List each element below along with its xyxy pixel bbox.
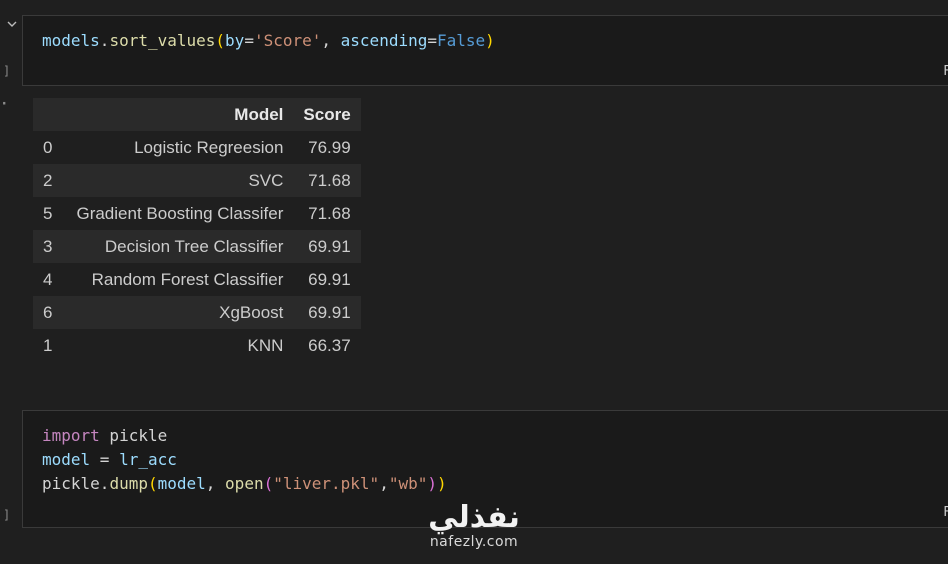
code-line-assign[interactable]: model = lr_acc bbox=[42, 448, 177, 472]
score-cell: 66.37 bbox=[293, 329, 361, 362]
token-dot: . bbox=[99, 474, 110, 493]
model-cell: Gradient Boosting Classifer bbox=[66, 197, 294, 230]
model-cell: Random Forest Classifier bbox=[66, 263, 294, 296]
score-cell: 69.91 bbox=[293, 296, 361, 329]
column-header-score: Score bbox=[293, 98, 361, 131]
code-line-dump[interactable]: pickle.dump(model, open("liver.pkl","wb"… bbox=[42, 472, 447, 496]
model-cell: SVC bbox=[66, 164, 294, 197]
row-index: 0 bbox=[33, 131, 67, 164]
table-row: 3 Decision Tree Classifier 69.91 bbox=[33, 230, 361, 263]
token-score-string: 'Score' bbox=[253, 31, 322, 50]
row-index: 6 bbox=[33, 296, 67, 329]
table-row: 6 XgBoost 69.91 bbox=[33, 296, 361, 329]
token-paren-close-inner: ) bbox=[427, 474, 437, 493]
row-index: 5 bbox=[33, 197, 67, 230]
token-model-arg: model bbox=[157, 474, 206, 493]
score-cell: 69.91 bbox=[293, 230, 361, 263]
cell-bracket: ] bbox=[3, 508, 11, 522]
table-row: 4 Random Forest Classifier 69.91 bbox=[33, 263, 361, 296]
token-mode: "wb" bbox=[388, 474, 428, 493]
token-ascending: ascending bbox=[340, 31, 428, 50]
code-line-import[interactable]: import pickle bbox=[42, 424, 167, 448]
token-model: model bbox=[42, 450, 91, 469]
token-paren-open: ( bbox=[215, 31, 226, 50]
token-false: False bbox=[437, 31, 486, 50]
output-indicator: · bbox=[0, 96, 9, 112]
row-index: 2 bbox=[33, 164, 67, 197]
token-comma: , bbox=[321, 31, 341, 50]
token-equals: = bbox=[427, 31, 437, 50]
token-comma: , bbox=[379, 474, 389, 493]
table-header-row: Model Score bbox=[33, 98, 361, 131]
token-pickle-module: pickle bbox=[99, 426, 168, 445]
token-pickle: pickle bbox=[42, 474, 100, 493]
dataframe-output-table: Model Score 0 Logistic Regreesion 76.99 … bbox=[33, 98, 361, 362]
token-dot: . bbox=[99, 31, 110, 50]
table-row: 0 Logistic Regreesion 76.99 bbox=[33, 131, 361, 164]
token-models: models bbox=[42, 31, 100, 50]
table-row: 5 Gradient Boosting Classifer 71.68 bbox=[33, 197, 361, 230]
score-cell: 69.91 bbox=[293, 263, 361, 296]
token-paren-open: ( bbox=[147, 474, 158, 493]
chevron-down-icon[interactable] bbox=[6, 18, 18, 30]
cell-bracket: ] bbox=[3, 64, 11, 78]
nafezly-watermark: نفذلي nafezly.com bbox=[418, 500, 530, 550]
cell-toolbar-truncated: F bbox=[943, 64, 948, 79]
model-cell: Decision Tree Classifier bbox=[66, 230, 294, 263]
table-row: 2 SVC 71.68 bbox=[33, 164, 361, 197]
watermark-url: nafezly.com bbox=[429, 534, 519, 550]
token-import: import bbox=[42, 426, 100, 445]
row-index: 3 bbox=[33, 230, 67, 263]
watermark-arabic-logo: نفذلي bbox=[428, 500, 520, 535]
token-paren-open-inner: ( bbox=[263, 474, 274, 493]
token-paren-close: ) bbox=[437, 474, 447, 493]
row-index: 4 bbox=[33, 263, 67, 296]
score-cell: 71.68 bbox=[293, 164, 361, 197]
token-dump: dump bbox=[109, 474, 148, 493]
token-by: by bbox=[225, 31, 245, 50]
score-cell: 71.68 bbox=[293, 197, 361, 230]
token-equals: = bbox=[244, 31, 254, 50]
table-row: 1 KNN 66.37 bbox=[33, 329, 361, 362]
model-cell: Logistic Regreesion bbox=[66, 131, 294, 164]
token-lr-acc: lr_acc bbox=[119, 450, 177, 469]
model-cell: KNN bbox=[66, 329, 294, 362]
token-sort-values: sort_values bbox=[109, 31, 216, 50]
token-paren-close: ) bbox=[485, 31, 495, 50]
row-index: 1 bbox=[33, 329, 67, 362]
token-equals: = bbox=[90, 450, 120, 469]
score-cell: 76.99 bbox=[293, 131, 361, 164]
token-open: open bbox=[225, 474, 264, 493]
model-cell: XgBoost bbox=[66, 296, 294, 329]
token-filename: "liver.pkl" bbox=[273, 474, 380, 493]
cell-toolbar-truncated: F bbox=[943, 505, 948, 520]
token-comma: , bbox=[205, 474, 226, 493]
index-header bbox=[33, 98, 67, 131]
column-header-model: Model bbox=[66, 98, 294, 131]
code-line-sort-values[interactable]: models.sort_values(by='Score', ascending… bbox=[42, 29, 495, 53]
